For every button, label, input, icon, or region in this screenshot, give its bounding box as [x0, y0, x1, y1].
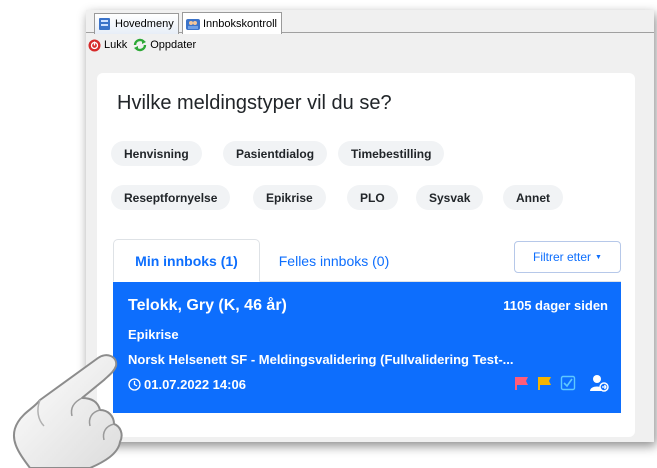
- message-actions: [514, 374, 609, 392]
- chip-reseptfornyelse[interactable]: Reseptfornyelse: [111, 185, 231, 210]
- page-title: Hvilke meldingstyper vil du se?: [117, 92, 392, 114]
- filter-dropdown-button[interactable]: Filtrer etter ▼: [514, 241, 621, 273]
- home-icon: [99, 18, 110, 30]
- filter-label: Filtrer etter: [533, 250, 592, 264]
- window-tab-label: Hovedmeny: [115, 18, 174, 30]
- close-label: Lukk: [104, 39, 128, 51]
- close-button[interactable]: Lukk: [88, 39, 127, 52]
- chip-henvisning[interactable]: Henvisning: [111, 141, 202, 166]
- chip-pasientdialog[interactable]: Pasientdialog: [223, 141, 328, 166]
- datetime-text: 01.07.2022 14:06: [144, 377, 246, 392]
- checkbox-icon[interactable]: [560, 375, 576, 391]
- message-sender: Norsk Helsenett SF - Meldingsvalidering …: [128, 352, 514, 367]
- screenshot-stage: Hovedmeny Innbokskontroll Lukk Oppdater …: [0, 0, 657, 468]
- caret-down-icon: ▼: [595, 253, 602, 261]
- tab-min-innboks[interactable]: Min innboks (1): [113, 239, 260, 282]
- patient-name: Telokk, Gry (K, 46 år): [128, 297, 287, 314]
- window-tab-label: Innbokskontroll: [203, 17, 277, 30]
- message-datetime: 01.07.2022 14:06: [128, 377, 246, 392]
- window-tab-innbokskontroll[interactable]: Innbokskontroll: [182, 12, 282, 34]
- message-type: Epikrise: [128, 327, 179, 342]
- tab-felles-innboks[interactable]: Felles innboks (0): [264, 239, 404, 282]
- message-card[interactable]: Telokk, Gry (K, 46 år) 1105 dager siden …: [113, 282, 621, 413]
- refresh-button[interactable]: Oppdater: [133, 38, 196, 52]
- window-tab-strip: Hovedmeny Innbokskontroll: [86, 10, 654, 34]
- red-flag-icon[interactable]: [514, 375, 530, 391]
- chip-timebestilling[interactable]: Timebestilling: [338, 141, 445, 166]
- toolbar: Lukk Oppdater: [86, 34, 654, 56]
- yellow-flag-icon[interactable]: [537, 375, 553, 391]
- inbox-icon: [186, 18, 200, 30]
- hand-pointer-icon: [12, 354, 123, 468]
- chip-annet[interactable]: Annet: [503, 185, 563, 210]
- message-age: 1105 dager siden: [503, 298, 608, 313]
- chip-sysvak[interactable]: Sysvak: [416, 185, 484, 210]
- window-tab-hovedmeny[interactable]: Hovedmeny: [94, 13, 179, 34]
- chip-epikrise[interactable]: Epikrise: [253, 185, 326, 210]
- refresh-icon: [134, 38, 147, 52]
- inbox-panel: Hvilke meldingstyper vil du se? Henvisni…: [97, 73, 635, 437]
- refresh-label: Oppdater: [150, 39, 197, 51]
- close-icon: [88, 39, 101, 51]
- assign-user-icon[interactable]: [589, 374, 609, 392]
- chip-plo[interactable]: PLO: [347, 185, 398, 210]
